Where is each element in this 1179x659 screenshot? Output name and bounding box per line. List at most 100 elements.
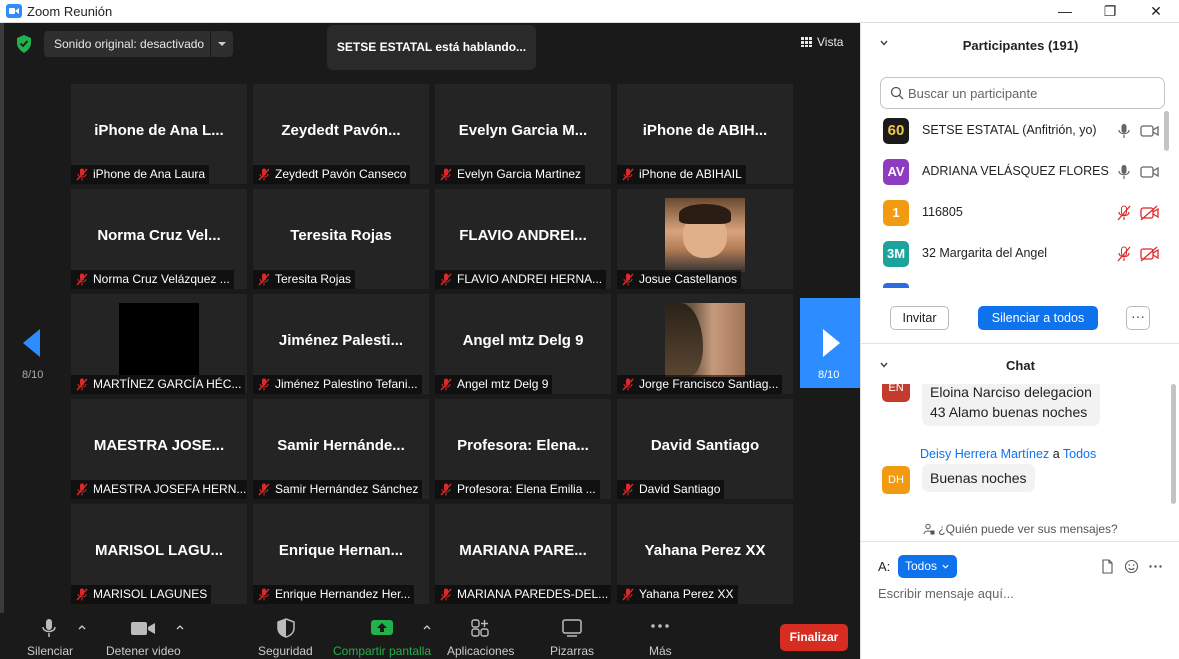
video-tile[interactable]: Yahana Perez XX Yahana Perez XX <box>617 504 793 604</box>
view-label: Vista <box>817 35 844 49</box>
next-page-button[interactable]: 8/10 <box>800 298 860 388</box>
security-button[interactable]: Seguridad <box>256 613 316 659</box>
video-tile[interactable]: Evelyn Garcia M... Evelyn Garcia Martine… <box>435 84 611 184</box>
video-tile[interactable]: FLAVIO ANDREI... FLAVIO ANDREI HERNA... <box>435 189 611 289</box>
video-tile[interactable]: iPhone de ABIH... iPhone de ABIHAIL <box>617 84 793 184</box>
shield-icon <box>277 618 295 638</box>
tile-name: MARIANA PARE... <box>459 542 587 559</box>
tile-label-text: MAESTRA JOSEFA HERN... <box>93 482 247 496</box>
video-tile[interactable]: Zeydedt Pavón... Zeydedt Pavón Canseco <box>253 84 429 184</box>
tile-label: MARIANA PAREDES-DEL... <box>435 585 611 604</box>
recipient-name[interactable]: Todos <box>1063 447 1096 461</box>
chevron-up-icon[interactable] <box>77 622 87 632</box>
chat-message: Buenas noches <box>922 464 1035 492</box>
video-tile[interactable]: Josue Castellanos <box>617 189 793 289</box>
video-off-icon[interactable] <box>1140 246 1159 262</box>
original-sound-button[interactable]: Sonido original: desactivado <box>44 31 233 57</box>
video-off-icon[interactable] <box>1140 205 1159 221</box>
mute-all-button[interactable]: Silenciar a todos <box>978 306 1098 330</box>
tile-label: FLAVIO ANDREI HERNA... <box>435 270 607 289</box>
participant-row[interactable]: 3M 32 Margarita del Angel <box>861 234 1171 274</box>
video-tile[interactable]: Samir Hernánde... Samir Hernández Sánche… <box>253 399 429 499</box>
whiteboards-button[interactable]: Pizarras <box>544 613 598 659</box>
chevron-up-icon[interactable] <box>422 622 432 632</box>
share-screen-label: Compartir pantalla <box>333 644 432 658</box>
video-camera-icon[interactable] <box>1140 123 1159 139</box>
message-text: Eloina Narciso delegacion <box>930 384 1092 400</box>
title-bar: Zoom Reunión — ❐ ✕ <box>0 0 1179 23</box>
who-can-see-messages-link[interactable]: ¿Quién puede ver sus mensajes? <box>861 522 1179 536</box>
video-tile[interactable]: David Santiago David Santiago <box>617 399 793 499</box>
participants-title: Participantes (191) <box>962 38 1079 53</box>
tile-label: Jorge Francisco Santiag... <box>617 375 783 394</box>
chat-scrollbar[interactable] <box>1171 384 1176 504</box>
emoji-icon[interactable] <box>1124 559 1139 574</box>
video-tile[interactable]: iPhone de Ana L... iPhone de Ana Laura <box>71 84 247 184</box>
avatar: 1 <box>883 200 909 226</box>
microphone-icon[interactable] <box>1117 164 1131 180</box>
participant-video <box>665 198 745 272</box>
stop-video-button[interactable]: Detener video <box>104 613 184 659</box>
apps-button[interactable]: Aplicaciones <box>444 613 516 659</box>
video-tile[interactable]: MAESTRA JOSE... MAESTRA JOSEFA HERN... <box>71 399 247 499</box>
tile-label: MAESTRA JOSEFA HERN... <box>71 480 247 499</box>
muted-mic-icon[interactable] <box>1117 205 1131 221</box>
file-icon[interactable] <box>1100 559 1115 574</box>
tile-name: Enrique Hernan... <box>278 542 404 559</box>
end-meeting-button[interactable]: Finalizar <box>780 624 848 651</box>
tile-label: Yahana Perez XX <box>617 585 738 604</box>
minimize-button[interactable]: — <box>1042 0 1088 23</box>
tile-label-text: FLAVIO ANDREI HERNA... <box>457 272 603 286</box>
tile-name: Yahana Perez XX <box>644 542 766 559</box>
share-screen-icon <box>371 620 393 635</box>
more-dots-icon[interactable] <box>1148 559 1163 574</box>
maximize-button[interactable]: ❐ <box>1087 0 1133 23</box>
more-button[interactable]: Más <box>644 613 676 659</box>
tile-name: Zeydedt Pavón... <box>281 122 401 139</box>
chevron-down-icon[interactable] <box>218 42 226 46</box>
mute-button[interactable]: Silenciar <box>22 613 78 659</box>
shield-check-icon[interactable] <box>16 35 32 53</box>
video-tile[interactable]: MARIANA PARE... MARIANA PAREDES-DEL... <box>435 504 611 604</box>
muted-mic-icon <box>258 588 270 601</box>
muted-mic-icon <box>622 588 634 601</box>
tile-label: Evelyn Garcia Martinez <box>435 165 586 184</box>
close-window-button[interactable]: ✕ <box>1133 0 1179 23</box>
video-camera-icon <box>131 622 155 635</box>
participant-row[interactable]: 1 116805 <box>861 193 1171 233</box>
muted-mic-icon[interactable] <box>1117 246 1131 262</box>
video-tile[interactable]: Jiménez Palesti... Jiménez Palestino Tef… <box>253 294 429 394</box>
video-tile[interactable]: Profesora: Elena... Profesora: Elena Emi… <box>435 399 611 499</box>
video-tile[interactable]: Enrique Hernan... Enrique Hernandez Her.… <box>253 504 429 604</box>
people-lock-icon <box>923 523 935 535</box>
share-screen-button[interactable]: Compartir pantalla <box>332 613 432 659</box>
participant-row[interactable]: AV ADRIANA VELÁSQUEZ FLORES <box>861 152 1171 192</box>
tile-name: iPhone de Ana L... <box>94 122 224 139</box>
view-button[interactable]: Vista <box>801 35 843 49</box>
recipient-dropdown[interactable]: Todos <box>898 555 957 578</box>
video-tile[interactable]: Teresita Rojas Teresita Rojas <box>253 189 429 289</box>
video-tile[interactable]: Jorge Francisco Santiag... <box>617 294 793 394</box>
sender-name[interactable]: Deisy Herrera Martínez <box>920 447 1049 461</box>
avatar: DH <box>882 466 910 494</box>
more-label: Más <box>649 644 672 658</box>
video-tile[interactable]: Angel mtz Delg 9 Angel mtz Delg 9 <box>435 294 611 394</box>
chat-title: Chat <box>1006 358 1035 373</box>
video-tile[interactable]: MARISOL LAGU... MARISOL LAGUNES <box>71 504 247 604</box>
more-options-button[interactable]: ··· <box>1126 306 1150 330</box>
chat-message-input[interactable]: Escribir mensaje aquí... <box>878 586 1014 601</box>
participant-name: 32 Margarita del Angel <box>922 246 1048 260</box>
microphone-icon[interactable] <box>1117 123 1131 139</box>
tile-label-text: Enrique Hernandez Her... <box>275 587 411 601</box>
video-tile[interactable]: Norma Cruz Vel... Norma Cruz Velázquez .… <box>71 189 247 289</box>
muted-mic-icon <box>622 168 634 181</box>
video-tile[interactable]: MARTÍNEZ GARCÍA HÉC... <box>71 294 247 394</box>
tile-name: FLAVIO ANDREI... <box>459 227 587 244</box>
participant-row[interactable]: 60 SETSE ESTATAL (Anfitrión, yo) <box>861 111 1171 151</box>
invite-button[interactable]: Invitar <box>890 306 949 330</box>
chevron-up-icon[interactable] <box>175 622 185 632</box>
previous-page-button[interactable]: 8/10 <box>0 298 68 388</box>
participant-search-input[interactable]: Buscar un participante <box>880 77 1165 109</box>
muted-mic-icon <box>622 483 634 496</box>
video-camera-icon[interactable] <box>1140 164 1159 180</box>
